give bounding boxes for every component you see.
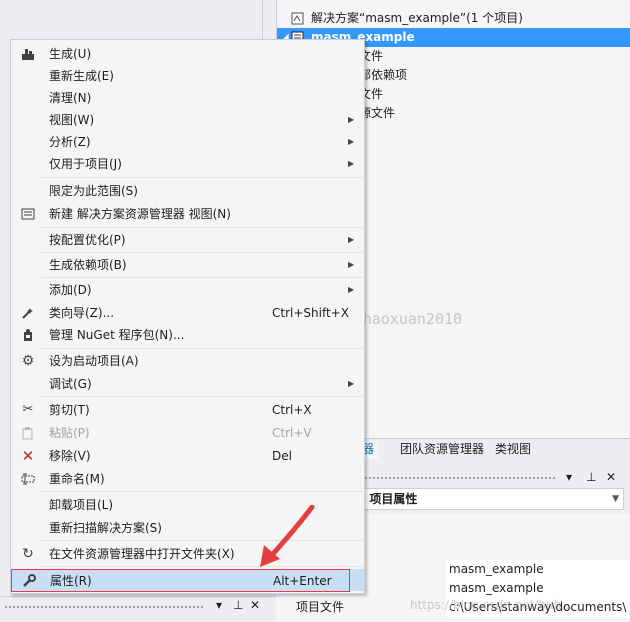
pin-button[interactable]: ⊥: [586, 470, 596, 484]
submenu-arrow-icon: ▶: [348, 159, 355, 168]
menu-item-analyze[interactable]: 分析(Z) ▶: [12, 131, 364, 153]
menu-separator: [41, 348, 363, 349]
menu-label: 生成依赖项(B): [49, 258, 127, 272]
menu-label: 分析(Z): [49, 135, 91, 149]
menu-label: 添加(D): [49, 283, 92, 297]
menu-separator: [41, 491, 363, 492]
menu-shortcut: Ctrl+V: [272, 426, 312, 440]
tab-team-explorer[interactable]: 团队资源管理器: [396, 441, 488, 459]
menu-item-project-only[interactable]: 仅用于项目(J) ▶: [12, 153, 364, 175]
menu-label: 剪切(T): [49, 403, 90, 417]
solution-icon: [291, 12, 304, 25]
submenu-arrow-icon: ▶: [348, 137, 355, 146]
menu-label: 仅用于项目(J): [49, 157, 122, 171]
menu-item-scope[interactable]: 限定为此范围(S): [12, 180, 364, 202]
property-name: 项目文件: [296, 600, 345, 614]
menu-item-clean[interactable]: 清理(N): [12, 87, 364, 109]
menu-label: 重新扫描解决方案(S): [49, 521, 162, 535]
menu-label: 限定为此范围(S): [49, 184, 138, 198]
menu-shortcut: Ctrl+Shift+X: [272, 306, 349, 320]
menu-label: 类向导(Z)...: [49, 306, 115, 320]
menu-item-remove[interactable]: ✕ 移除(V) Del: [12, 445, 364, 467]
menu-item-dependencies[interactable]: 生成依赖项(B) ▶: [12, 254, 364, 276]
menu-item-cut[interactable]: ✂ 剪切(T) Ctrl+X: [12, 399, 364, 421]
gear-icon: ⚙: [21, 353, 35, 369]
submenu-arrow-icon: ▶: [348, 379, 355, 388]
menu-label: 重命名(M): [49, 472, 105, 486]
chevron-down-icon: ▼: [612, 494, 619, 504]
menu-label: 在文件资源管理器中打开文件夹(X): [49, 547, 235, 561]
remove-icon: ✕: [21, 447, 35, 465]
property-value[interactable]: masm_example: [446, 560, 630, 579]
menu-label: 调试(G): [49, 377, 92, 391]
new-view-icon: [21, 207, 35, 221]
nuget-icon: [21, 328, 35, 342]
menu-separator: [41, 177, 363, 178]
grip: [360, 476, 556, 480]
tree-item[interactable]: 部依赖项: [359, 66, 407, 85]
menu-item-build[interactable]: 生成(U): [12, 43, 364, 65]
close-button[interactable]: ✕: [250, 598, 260, 612]
menu-item-set-startup[interactable]: ⚙ 设为启动项目(A): [12, 350, 364, 372]
menu-label: 移除(V): [49, 449, 91, 463]
submenu-arrow-icon: ▶: [348, 115, 355, 124]
divider: [262, 0, 263, 40]
menu-label: 清理(N): [49, 91, 92, 105]
menu-item-view[interactable]: 视图(W) ▶: [12, 109, 364, 131]
menu-item-nuget[interactable]: 管理 NuGet 程序包(N)...: [12, 324, 364, 346]
menu-shortcut: Ctrl+X: [272, 403, 312, 417]
watermark-bottom: https://blog.csdn.net/huh...: [410, 598, 573, 612]
class-wizard-icon: [21, 306, 35, 320]
menu-label: 按配置优化(P): [49, 233, 126, 247]
menu-separator: [41, 252, 363, 253]
menu-item-rebuild[interactable]: 重新生成(E): [12, 65, 364, 87]
menu-label: 生成(U): [49, 47, 92, 61]
menu-label: 设为启动项目(A): [49, 354, 139, 368]
menu-item-paste[interactable]: 粘贴(P) Ctrl+V: [12, 422, 364, 444]
menu-item-add[interactable]: 添加(D) ▶: [12, 279, 364, 301]
menu-label: 重新生成(E): [49, 69, 114, 83]
refresh-icon: ↻: [22, 546, 34, 562]
scissors-icon: ✂: [22, 402, 34, 417]
close-button[interactable]: ✕: [606, 470, 616, 484]
grip: [4, 605, 204, 609]
build-icon: [21, 47, 35, 61]
left-bottom-titlebar: ▾ ⊥ ✕: [0, 596, 276, 616]
submenu-arrow-icon: ▶: [348, 260, 355, 269]
menu-label: 卸载项目(L): [49, 498, 114, 512]
submenu-arrow-icon: ▶: [348, 285, 355, 294]
rename-icon: [21, 472, 35, 486]
menu-separator: [41, 277, 363, 278]
menu-item-debug[interactable]: 调试(G) ▶: [12, 373, 364, 395]
dropdown-button[interactable]: ▾: [216, 598, 222, 612]
menu-label: 新建 解决方案资源管理器 视图(N): [49, 207, 231, 221]
menu-shortcut: Del: [272, 449, 292, 463]
menu-item-pgo[interactable]: 按配置优化(P) ▶: [12, 229, 364, 251]
pin-button[interactable]: ⊥: [233, 598, 243, 612]
paste-icon: [21, 426, 35, 440]
menu-item-rename[interactable]: 重命名(M): [12, 468, 364, 490]
annotation-arrow-icon: [260, 505, 315, 567]
menu-item-new-view[interactable]: 新建 解决方案资源管理器 视图(N): [12, 203, 364, 225]
menu-label: 视图(W): [49, 113, 95, 127]
submenu-arrow-icon: ▶: [348, 235, 355, 244]
tab-class-view[interactable]: 类视图: [491, 441, 535, 459]
solution-node[interactable]: 解决方案“masm_example”(1 个项目): [277, 9, 630, 28]
dropdown-button[interactable]: ▾: [566, 470, 572, 484]
menu-label: 粘贴(P): [49, 426, 90, 440]
property-value[interactable]: masm_example: [446, 579, 630, 598]
menu-item-class-wizard[interactable]: 类向导(Z)... Ctrl+Shift+X: [12, 302, 364, 324]
menu-label: 管理 NuGet 程序包(N)...: [49, 328, 185, 342]
menu-separator: [41, 396, 363, 397]
menu-separator: [41, 227, 363, 228]
solution-label: 解决方案“masm_example”(1 个项目): [311, 11, 523, 25]
